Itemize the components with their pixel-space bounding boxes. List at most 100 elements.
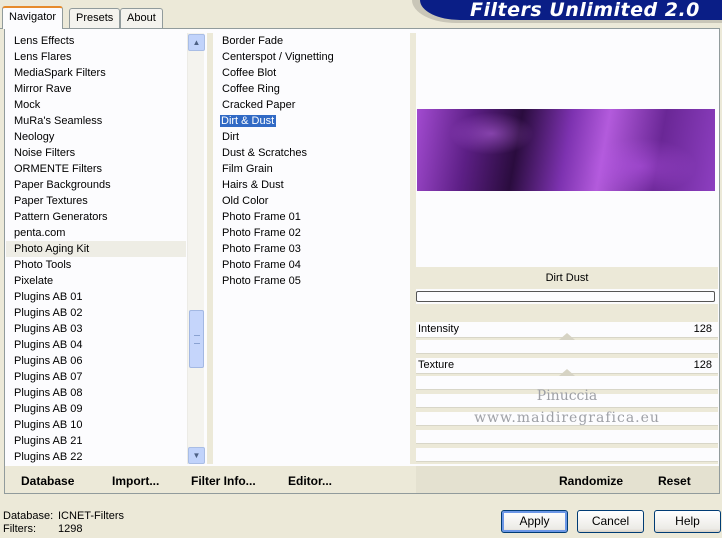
filter-item-label: Film Grain	[222, 163, 273, 175]
filter-item-label: Dust & Scratches	[222, 147, 307, 159]
filter-item[interactable]: Centerspot / Vignetting	[214, 49, 410, 65]
filter-item-label: Photo Frame 04	[222, 259, 301, 271]
cancel-button[interactable]: Cancel	[577, 510, 644, 533]
intensity-slider[interactable]: Intensity 128	[416, 322, 718, 340]
filter-item-label: Hairs & Dust	[222, 179, 284, 191]
filter-item[interactable]: Coffee Blot	[214, 65, 410, 81]
filter-item[interactable]: Photo Frame 01	[214, 209, 410, 225]
tab-navigator[interactable]: Navigator	[2, 6, 64, 29]
filter-info-link[interactable]: Filter Info...	[191, 474, 256, 488]
category-item[interactable]: Mirror Rave	[6, 81, 186, 97]
slider-label: Intensity	[418, 323, 459, 335]
help-button[interactable]: Help	[654, 510, 721, 533]
filter-item[interactable]: Photo Frame 05	[214, 273, 410, 289]
chevron-down-icon[interactable]: ▼	[188, 447, 205, 464]
category-item[interactable]: Plugins AB 08	[6, 385, 186, 401]
category-item[interactable]: Paper Backgrounds	[6, 177, 186, 193]
category-item-label: Photo Tools	[14, 259, 72, 271]
category-item-label: Photo Aging Kit	[14, 243, 90, 255]
category-item[interactable]: MuRa's Seamless	[6, 113, 186, 129]
filter-item-label: Photo Frame 05	[222, 275, 301, 287]
category-item[interactable]: Plugins AB 21	[6, 433, 186, 449]
category-item-label: Paper Textures	[14, 195, 88, 207]
empty-slider-row	[416, 340, 718, 354]
category-item[interactable]: Photo Tools	[6, 257, 186, 273]
status-filters-label: Filters:	[3, 523, 36, 535]
randomize-link[interactable]: Randomize	[559, 474, 623, 488]
filter-item[interactable]: Old Color	[214, 193, 410, 209]
status-database-value: ICNET-Filters	[58, 510, 124, 522]
editor-link[interactable]: Editor...	[288, 474, 332, 488]
category-item[interactable]: ORMENTE Filters	[6, 161, 186, 177]
filter-list[interactable]: Border Fade Centerspot / Vignetting Coffee…	[214, 33, 410, 289]
slider-thumb[interactable]	[559, 369, 575, 376]
category-item[interactable]: Noise Filters	[6, 145, 186, 161]
category-item-label: MuRa's Seamless	[14, 115, 103, 127]
filter-item-label: Centerspot / Vignetting	[222, 51, 334, 63]
filter-item[interactable]: Dust & Scratches	[214, 145, 410, 161]
category-scrollbar[interactable]: ▲ ▼	[187, 33, 205, 464]
empty-slider-row	[416, 448, 718, 462]
category-item[interactable]: Lens Effects	[6, 33, 186, 49]
category-item-label: Plugins AB 22	[14, 451, 83, 463]
category-item[interactable]: Plugins AB 04	[6, 337, 186, 353]
database-link[interactable]: Database	[21, 474, 74, 488]
import-link[interactable]: Import...	[112, 474, 159, 488]
category-item-label: Noise Filters	[14, 147, 76, 159]
filter-item[interactable]: Coffee Ring	[214, 81, 410, 97]
filter-item[interactable]: Dirt & Dust	[214, 113, 410, 129]
preview-image	[417, 109, 715, 191]
category-item[interactable]: Plugins AB 09	[6, 401, 186, 417]
category-item[interactable]: penta.com	[6, 225, 186, 241]
status-database-label: Database:	[3, 510, 54, 522]
filter-item[interactable]: Cracked Paper	[214, 97, 410, 113]
category-item-label: Paper Backgrounds	[14, 179, 111, 191]
filter-item[interactable]: Film Grain	[214, 161, 410, 177]
category-item[interactable]: Mock	[6, 97, 186, 113]
category-item[interactable]: Plugins AB 01	[6, 289, 186, 305]
slider-thumb[interactable]	[559, 333, 575, 340]
category-item[interactable]: Pixelate	[6, 273, 186, 289]
category-item-label: Plugins AB 21	[14, 435, 83, 447]
category-item-label: Mock	[14, 99, 41, 111]
category-item[interactable]: Plugins AB 02	[6, 305, 186, 321]
filter-item[interactable]: Photo Frame 03	[214, 241, 410, 257]
filter-item[interactable]: Photo Frame 04	[214, 257, 410, 273]
category-item[interactable]: Photo Aging Kit	[6, 241, 186, 257]
category-item-label: penta.com	[14, 227, 66, 239]
filter-item-label: Cracked Paper	[222, 99, 296, 111]
scrollbar-thumb[interactable]	[189, 310, 204, 368]
category-item[interactable]: Plugins AB 06	[6, 353, 186, 369]
chevron-up-icon[interactable]: ▲	[188, 34, 205, 51]
filter-item[interactable]: Border Fade	[214, 33, 410, 49]
reset-link[interactable]: Reset	[658, 474, 691, 488]
category-item[interactable]: Plugins AB 07	[6, 369, 186, 385]
texture-slider[interactable]: Texture 128	[416, 358, 718, 376]
progress-bar	[416, 291, 715, 302]
category-item[interactable]: Pattern Generators	[6, 209, 186, 225]
category-item[interactable]: Plugins AB 10	[6, 417, 186, 433]
category-item[interactable]: Plugins AB 22	[6, 449, 186, 465]
category-item-label: Lens Effects	[14, 35, 75, 47]
apply-button[interactable]: Apply	[501, 510, 568, 533]
category-item[interactable]: Paper Textures	[6, 193, 186, 209]
status-filters-value: 1298	[58, 523, 83, 535]
watermark-name: Pinuccia	[536, 388, 598, 404]
category-item[interactable]: Neology	[6, 129, 186, 145]
filter-item-label: Dirt	[222, 131, 240, 143]
filter-item[interactable]: Dirt	[214, 129, 410, 145]
category-item-label: ORMENTE Filters	[14, 163, 102, 175]
tab-about[interactable]: About	[120, 8, 163, 28]
tab-presets[interactable]: Presets	[69, 8, 121, 28]
category-item[interactable]: MediaSpark Filters	[6, 65, 186, 81]
filter-item-label: Coffee Ring	[222, 83, 280, 95]
filter-item[interactable]: Photo Frame 02	[214, 225, 410, 241]
category-item-label: Mirror Rave	[14, 83, 72, 95]
category-item[interactable]: Plugins AB 03	[6, 321, 186, 337]
category-list[interactable]: Lens Effects Lens Flares MediaSpark Filter…	[6, 33, 186, 465]
filter-item[interactable]: Hairs & Dust	[214, 177, 410, 193]
category-item[interactable]: Lens Flares	[6, 49, 186, 65]
category-item-label: Plugins AB 09	[14, 403, 83, 415]
filter-item-label: Photo Frame 01	[222, 211, 301, 223]
category-item-label: Pixelate	[14, 275, 54, 287]
